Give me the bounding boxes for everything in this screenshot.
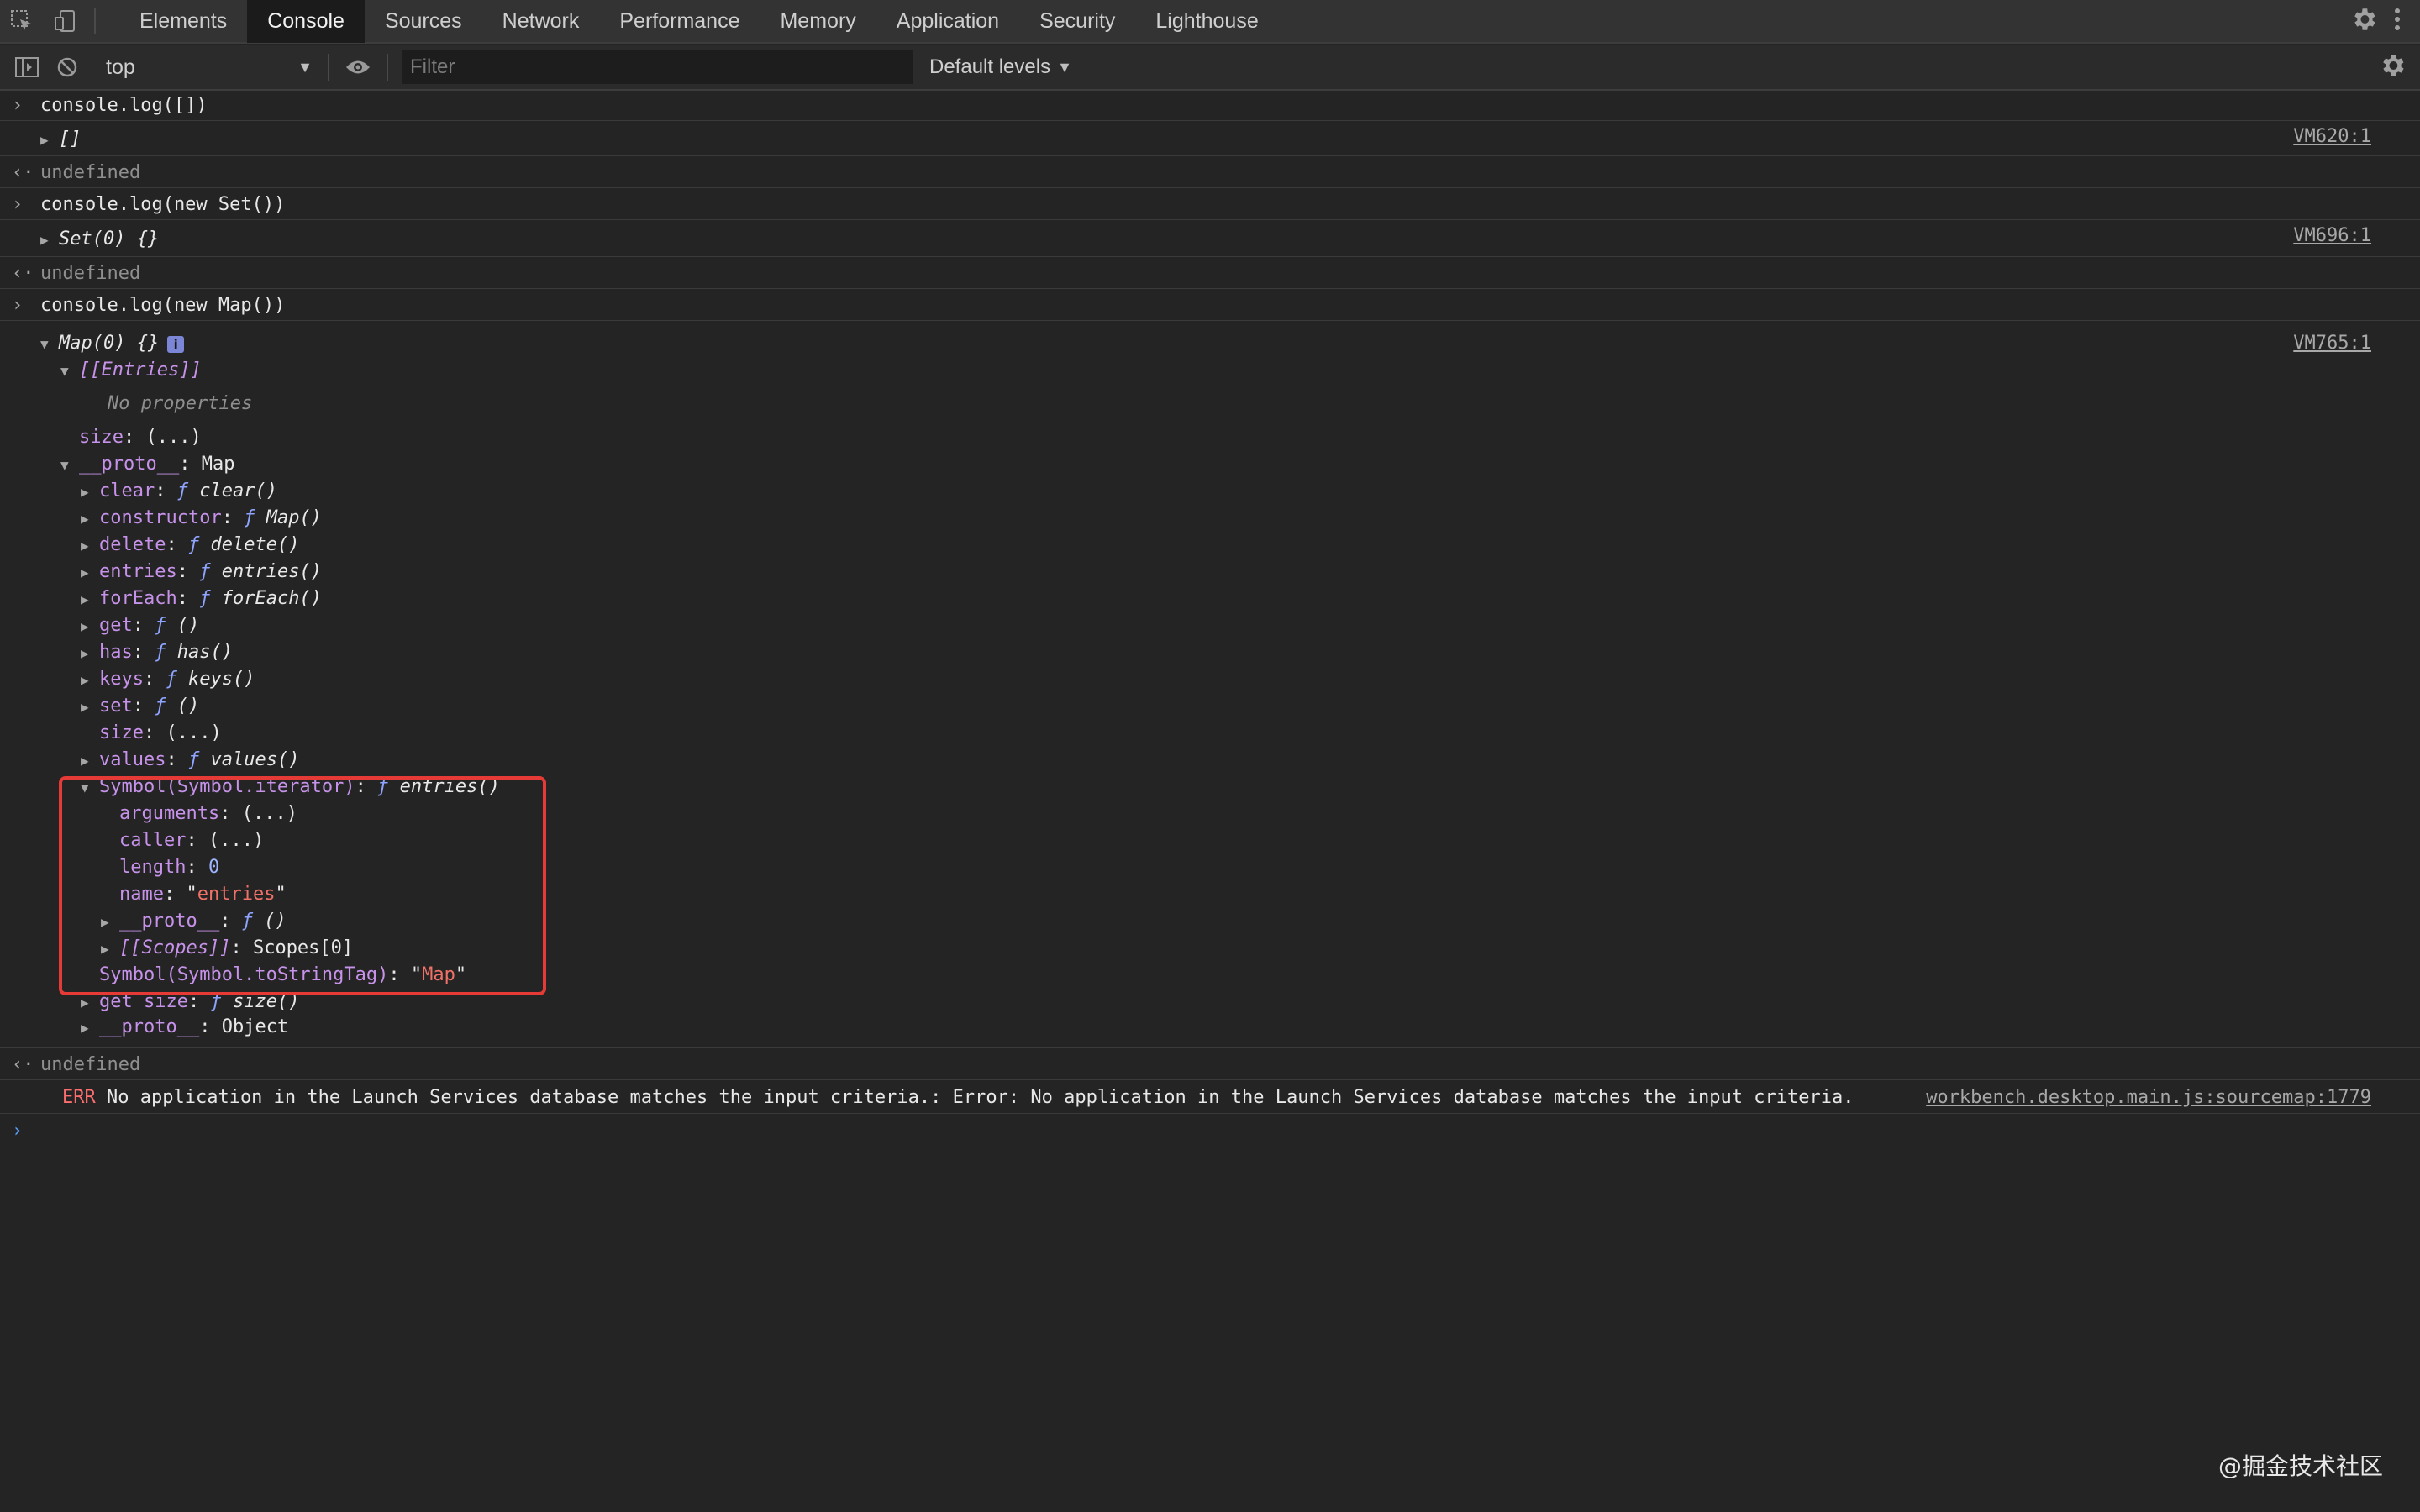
return-arrow-icon: ‹· — [12, 162, 34, 183]
expand-triangle-icon: ▶ — [81, 994, 89, 1011]
highlight-box — [59, 776, 546, 995]
show-sidebar-icon[interactable] — [7, 45, 47, 90]
collapse-triangle-icon: ▼ — [40, 335, 49, 352]
clear-console-icon[interactable] — [47, 45, 87, 90]
chevron-down-icon: ▼ — [1057, 58, 1072, 76]
context-label: top — [106, 55, 135, 79]
divider — [94, 8, 96, 34]
watermark: @掘金技术社区 — [2217, 1452, 2383, 1480]
console-input-text: console.log([]) — [40, 95, 208, 116]
map-summary: Map(0) {} — [59, 332, 160, 354]
tree-node-method[interactable]: ▶ has: ƒ has() — [0, 638, 2420, 665]
tab-elements[interactable]: Elements — [119, 0, 247, 43]
expand-triangle-icon: ▶ — [40, 132, 49, 148]
tab-lighthouse[interactable]: Lighthouse — [1135, 0, 1278, 43]
expand-triangle-icon: ▶ — [40, 232, 49, 248]
log-set-output[interactable]: ▶ Set(0) {} — [40, 228, 159, 249]
tree-node-method[interactable]: ▶ delete: ƒ delete() — [0, 531, 2420, 558]
console-prompt[interactable]: › — [0, 1116, 2420, 1146]
return-value: undefined — [40, 162, 141, 183]
tree-node-no-properties: No properties — [108, 392, 253, 414]
source-link[interactable]: VM765:1 — [2293, 333, 2371, 354]
tree-node-proto[interactable]: ▼ __proto__: Map — [0, 450, 2420, 477]
return-arrow-icon: ‹· — [12, 1054, 34, 1075]
input-chevron-icon: › — [12, 295, 24, 316]
expand-triangle-icon: ▶ — [81, 483, 89, 500]
expand-triangle-icon: ▶ — [81, 564, 89, 580]
tree-node-method[interactable]: ▶ get: ƒ () — [0, 612, 2420, 638]
error-tag: ERR — [62, 1087, 96, 1108]
tab-performance[interactable]: Performance — [599, 0, 760, 43]
expand-triangle-icon: ▶ — [81, 617, 89, 634]
console-settings-gear-icon[interactable] — [2378, 51, 2407, 84]
console-return-line: ‹· undefined — [0, 259, 2420, 289]
context-selector[interactable]: top ▼ — [99, 50, 319, 84]
chevron-down-icon: ▼ — [297, 59, 313, 76]
expand-triangle-icon: ▶ — [81, 510, 89, 527]
expand-triangle-icon: ▶ — [81, 591, 89, 607]
more-options-icon[interactable] — [2393, 6, 2402, 37]
tree-node-method[interactable]: ▶ clear: ƒ clear() — [0, 477, 2420, 504]
tree-node-proto[interactable]: ▶ __proto__: Object — [0, 1015, 2420, 1048]
return-arrow-icon: ‹· — [12, 263, 34, 284]
log-levels-label: Default levels — [929, 55, 1051, 78]
divider — [387, 54, 388, 81]
tab-console[interactable]: Console — [247, 0, 365, 43]
tab-sources[interactable]: Sources — [365, 0, 482, 43]
source-link[interactable]: VM696:1 — [2293, 225, 2371, 246]
tree-node-method[interactable]: ▶ entries: ƒ entries() — [0, 558, 2420, 585]
collapse-triangle-icon: ▼ — [60, 456, 69, 473]
device-toolbar-icon[interactable] — [44, 0, 87, 43]
tab-application[interactable]: Application — [876, 0, 1019, 43]
console-error-line: ERR No application in the Launch Service… — [0, 1082, 2420, 1114]
filter-input[interactable] — [402, 50, 913, 84]
tree-node-method[interactable]: ▶ constructor: ƒ Map() — [0, 504, 2420, 531]
expand-triangle-icon: ▶ — [81, 537, 89, 554]
return-value: undefined — [40, 263, 141, 284]
expand-triangle-icon: ▶ — [81, 752, 89, 769]
expand-triangle-icon: ▶ — [81, 1020, 89, 1036]
tab-security[interactable]: Security — [1019, 0, 1135, 43]
tree-node-entries[interactable]: ▼ [[Entries]] — [0, 356, 2420, 383]
input-chevron-icon: › — [12, 95, 24, 116]
settings-gear-icon[interactable] — [2349, 5, 2378, 38]
console-log-line: ▶ Set(0) {} VM696:1 — [0, 222, 2420, 257]
tab-network[interactable]: Network — [482, 0, 600, 43]
tree-node-size: size: (...) — [79, 426, 202, 448]
console-toolbar: top ▼ Default levels ▼ — [0, 45, 2420, 91]
live-expression-eye-icon[interactable] — [338, 45, 378, 90]
info-icon[interactable]: i — [167, 335, 185, 353]
console-input-line: › console.log(new Map()) — [0, 291, 2420, 321]
console-return-line: ‹· undefined — [0, 1050, 2420, 1080]
prompt-chevron-icon: › — [12, 1120, 24, 1142]
expand-triangle-icon: ▶ — [81, 644, 89, 661]
console-return-line: ‹· undefined — [0, 158, 2420, 188]
tree-node-method[interactable]: ▶ values: ƒ values() — [0, 746, 2420, 773]
map-tree-root[interactable]: ▼ Map(0) {} i VM765:1 — [0, 329, 2420, 356]
divider — [328, 54, 329, 81]
console-input-line: › console.log(new Set()) — [0, 190, 2420, 220]
console-input-line: › console.log([]) — [0, 91, 2420, 121]
log-levels-dropdown[interactable]: Default levels ▼ — [929, 55, 1072, 79]
expand-triangle-icon: ▶ — [81, 671, 89, 688]
console-input-text: console.log(new Set()) — [40, 194, 286, 215]
collapse-triangle-icon: ▼ — [60, 362, 69, 379]
tab-memory[interactable]: Memory — [760, 0, 876, 43]
inspect-element-icon[interactable] — [0, 0, 44, 43]
source-link[interactable]: workbench.desktop.main.js:sourcemap:1779 — [1926, 1087, 2371, 1108]
tree-node-size: size: (...) — [99, 722, 222, 743]
input-chevron-icon: › — [12, 194, 24, 215]
tree-node-method[interactable]: ▶ keys: ƒ keys() — [0, 665, 2420, 692]
console-input-text: console.log(new Map()) — [40, 295, 286, 316]
devtools-tabbar: Elements Console Sources Network Perform… — [0, 0, 2420, 44]
return-value: undefined — [40, 1054, 141, 1075]
error-message: No application in the Launch Services da… — [107, 1087, 1854, 1108]
log-array-output[interactable]: ▶[] — [40, 129, 82, 150]
tree-node-method[interactable]: ▶ set: ƒ () — [0, 692, 2420, 719]
tree-node-method[interactable]: ▶ forEach: ƒ forEach() — [0, 585, 2420, 612]
expand-triangle-icon: ▶ — [81, 698, 89, 715]
console-log-line: ▶[] VM620:1 — [0, 123, 2420, 156]
source-link[interactable]: VM620:1 — [2293, 126, 2371, 147]
